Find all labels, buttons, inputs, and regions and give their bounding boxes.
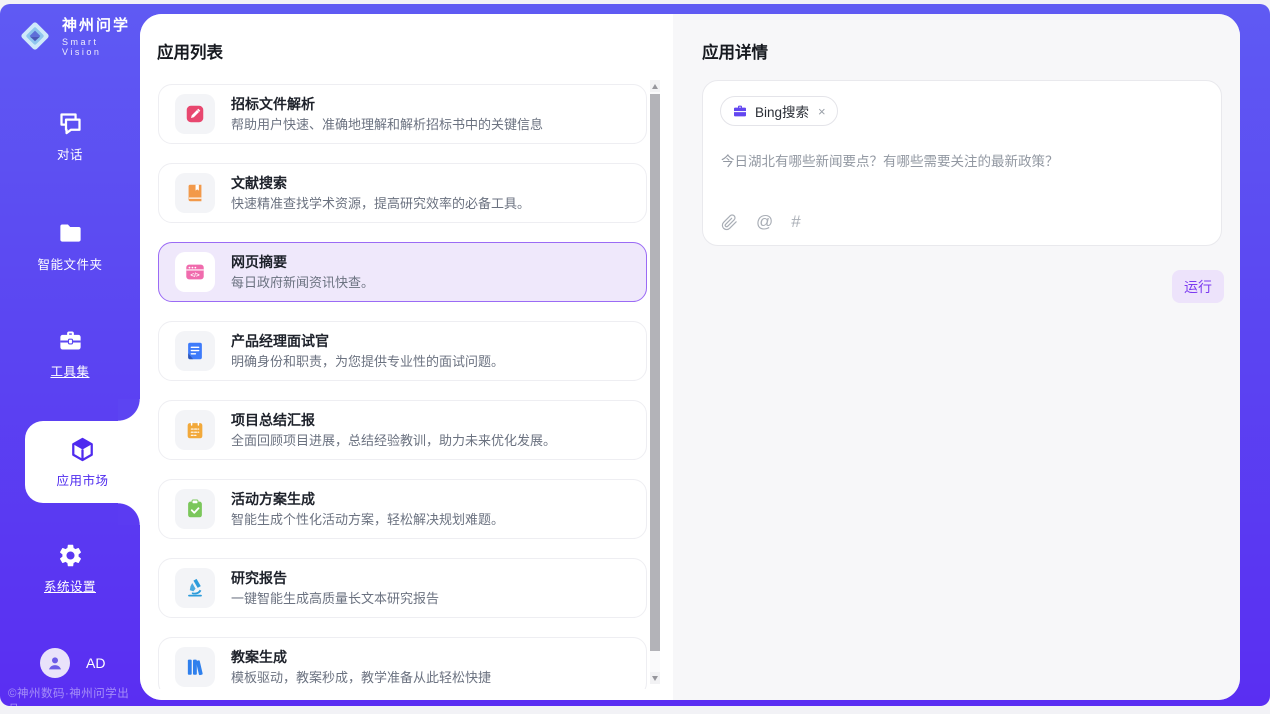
scrollbar[interactable] <box>650 80 660 684</box>
prompt-input[interactable]: 今日湖北有哪些新闻要点？有哪些需要关注的最新政策？ <box>721 152 1203 172</box>
brand-subtitle: Smart Vision <box>62 37 140 57</box>
app-card[interactable]: 教案生成 模板驱动，教案秒成，教学准备从此轻松快捷 <box>158 637 647 689</box>
content-area: 应用列表 招标文件解析 帮助用户快速、准确地理解和解析招标书中的关键信息 文献搜… <box>140 14 1240 700</box>
mention-icon[interactable]: @ <box>756 212 773 232</box>
app-card[interactable]: </> 网页摘要 每日政府新闻资讯快查。 <box>158 242 647 302</box>
cube-icon <box>69 436 96 463</box>
tool-tag-label: Bing搜索 <box>755 101 809 121</box>
brand-diamond-icon <box>16 17 54 55</box>
app-card-list: 招标文件解析 帮助用户快速、准确地理解和解析招标书中的关键信息 文献搜索 快速精… <box>158 84 647 689</box>
tool-tag-bing-search[interactable]: Bing搜索 × <box>720 96 838 126</box>
scroll-up-icon[interactable] <box>650 80 660 92</box>
user-account[interactable]: AD <box>40 648 105 678</box>
app-detail-panel: 应用详情 Bing搜索 × 今日湖北有哪些新闻要点？有哪些需要关注的最新政策？ <box>673 14 1240 700</box>
prompt-card[interactable]: Bing搜索 × 今日湖北有哪些新闻要点？有哪些需要关注的最新政策？ @ # <box>702 80 1222 246</box>
copyright: ©神州数码·神州问学出品 <box>8 685 140 706</box>
edit-square-icon <box>175 94 215 134</box>
attachment-icon[interactable] <box>721 214 738 231</box>
svg-text:</>: </> <box>190 272 200 279</box>
app-card[interactable]: 研究报告 一键智能生成高质量长文本研究报告 <box>158 558 647 618</box>
brand-name: 神州问学 <box>62 14 140 35</box>
clipboard-check-icon <box>175 489 215 529</box>
app-card[interactable]: 项目总结汇报 全面回顾项目进展，总结经验教训，助力未来优化发展。 <box>158 400 647 460</box>
hash-icon[interactable]: # <box>791 212 800 232</box>
app-list-title: 应用列表 <box>157 39 223 63</box>
chat-icon <box>57 110 84 137</box>
sidebar: 神州问学 Smart Vision 对话 智能文件夹 工具集 应用市场 系统设置… <box>0 4 140 706</box>
app-card[interactable]: 文献搜索 快速精准查找学术资源，提高研究效率的必备工具。 <box>158 163 647 223</box>
microscope-icon <box>175 568 215 608</box>
sidebar-item-folders[interactable]: 智能文件夹 <box>0 220 140 273</box>
doc-lines-icon <box>175 331 215 371</box>
scroll-down-icon[interactable] <box>650 672 660 684</box>
app-window: 神州问学 Smart Vision 对话 智能文件夹 工具集 应用市场 系统设置… <box>0 4 1270 706</box>
sidebar-item-tools[interactable]: 工具集 <box>0 327 140 380</box>
app-detail-title: 应用详情 <box>702 39 768 63</box>
scrollbar-thumb[interactable] <box>650 94 660 651</box>
browser-code-icon: </> <box>175 252 215 292</box>
briefcase-icon <box>732 103 748 119</box>
brand-logo: 神州问学 Smart Vision <box>16 14 140 57</box>
toolbox-icon <box>57 327 84 354</box>
tag-close-icon[interactable]: × <box>818 105 826 118</box>
app-card[interactable]: 产品经理面试官 明确身份和职责，为您提供专业性的面试问题。 <box>158 321 647 381</box>
books-icon <box>175 647 215 687</box>
folder-icon <box>57 220 84 247</box>
app-card[interactable]: 活动方案生成 智能生成个性化活动方案，轻松解决规划难题。 <box>158 479 647 539</box>
sidebar-item-market[interactable]: 应用市场 <box>25 421 140 503</box>
user-initials: AD <box>86 655 105 671</box>
app-list-panel: 应用列表 招标文件解析 帮助用户快速、准确地理解和解析招标书中的关键信息 文献搜… <box>140 14 673 700</box>
avatar[interactable] <box>40 648 70 678</box>
prompt-toolbar: @ # <box>721 212 801 232</box>
app-card[interactable]: 招标文件解析 帮助用户快速、准确地理解和解析招标书中的关键信息 <box>158 84 647 144</box>
notepad-icon <box>175 410 215 450</box>
run-button[interactable]: 运行 <box>1172 270 1224 303</box>
sidebar-item-settings[interactable]: 系统设置 <box>0 542 140 595</box>
book-icon <box>175 173 215 213</box>
sidebar-item-chat[interactable]: 对话 <box>0 110 140 163</box>
gear-icon <box>57 542 84 569</box>
